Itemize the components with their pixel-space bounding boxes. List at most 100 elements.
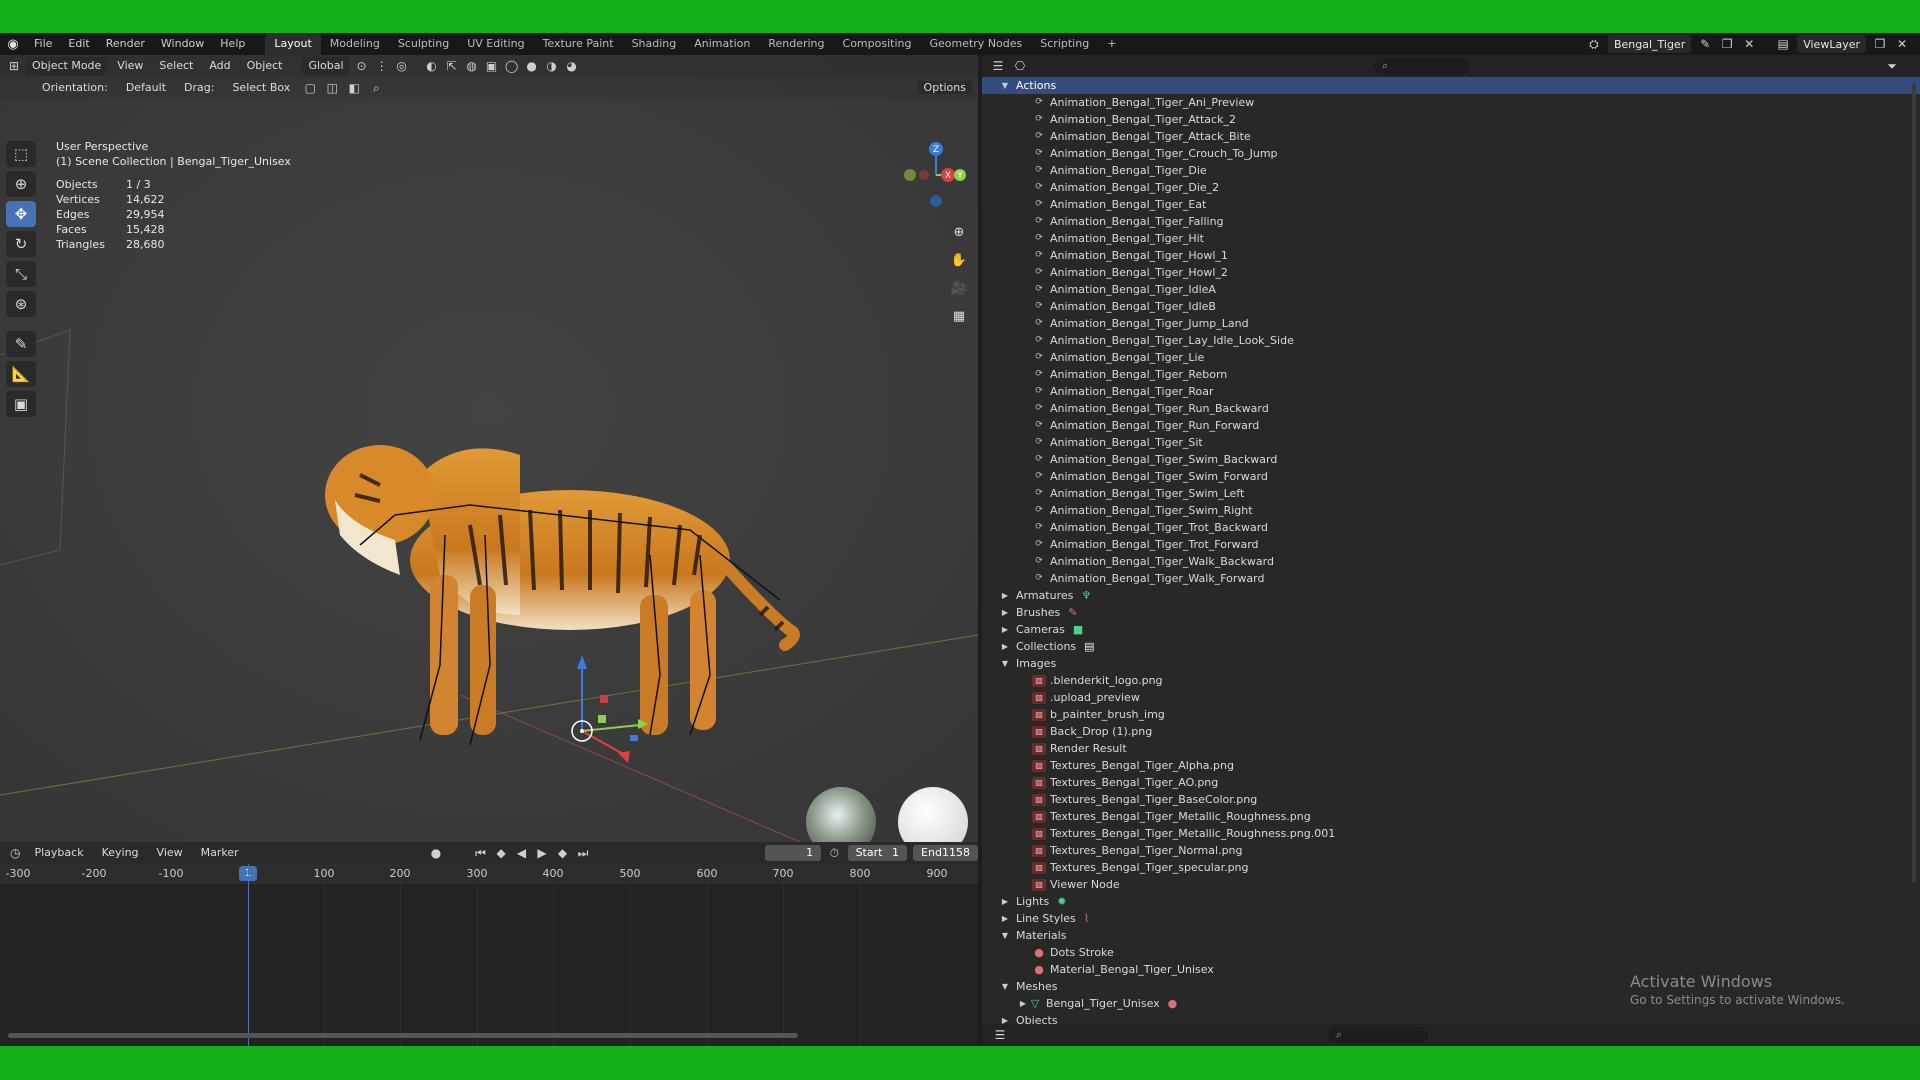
- visibility-icon[interactable]: ◐: [424, 58, 440, 74]
- tab-compositing[interactable]: Compositing: [834, 33, 921, 55]
- outliner-item[interactable]: ▨ Back_Drop (1).png: [982, 723, 1920, 740]
- orientation-dropdown[interactable]: Default: [120, 79, 172, 97]
- collapse-arrow-icon[interactable]: ▼: [1000, 655, 1010, 672]
- outliner-item[interactable]: ▨ Viewer Node: [982, 876, 1920, 893]
- add-cube-tool-icon[interactable]: ▣: [6, 391, 36, 417]
- camera-view-icon[interactable]: 🎥: [948, 277, 970, 299]
- marker-menu[interactable]: Marker: [195, 844, 245, 862]
- pivot-icon[interactable]: ⊙: [354, 58, 370, 74]
- stopwatch-icon[interactable]: ⏱: [827, 845, 841, 861]
- current-frame-field[interactable]: 1: [765, 845, 822, 861]
- outliner-item[interactable]: ▨ Textures_Bengal_Tiger_Normal.png: [982, 842, 1920, 859]
- outliner-category[interactable]: ▶ Collections ▤: [982, 638, 1920, 655]
- outliner-category[interactable]: ▶ Armatures ♆: [982, 587, 1920, 604]
- shading-rendered-icon[interactable]: ◕: [564, 58, 580, 74]
- prev-keyframe-icon[interactable]: ◆: [494, 845, 508, 861]
- expand-arrow-icon[interactable]: ▶: [1000, 910, 1010, 927]
- gizmo-toggle-icon[interactable]: ⇱: [444, 58, 460, 74]
- outliner-item[interactable]: ⟳ Animation_Bengal_Tiger_Jump_Land: [982, 315, 1920, 332]
- expand-arrow-icon[interactable]: ▶: [1000, 893, 1010, 910]
- tab-scripting[interactable]: Scripting: [1031, 33, 1098, 55]
- delete-scene-icon[interactable]: ✕: [1741, 36, 1757, 52]
- timeline-scrollbar[interactable]: [8, 1033, 798, 1038]
- outliner-item[interactable]: ⟳ Animation_Bengal_Tiger_Die: [982, 162, 1920, 179]
- editor-type-icon[interactable]: ☰: [992, 1027, 1008, 1043]
- new-scene-icon[interactable]: ❐: [1719, 36, 1735, 52]
- play-icon[interactable]: ▶: [535, 845, 549, 861]
- outliner-item[interactable]: ⟳ Animation_Bengal_Tiger_Swim_Left: [982, 485, 1920, 502]
- next-keyframe-icon[interactable]: ◆: [555, 845, 569, 861]
- outliner-item[interactable]: ⟳ Animation_Bengal_Tiger_Eat: [982, 196, 1920, 213]
- tab-shading[interactable]: Shading: [623, 33, 686, 55]
- snap-icon[interactable]: ⋮: [374, 58, 390, 74]
- shading-solid-icon[interactable]: ●: [524, 58, 540, 74]
- select-box-tool-icon[interactable]: ⬚: [6, 141, 36, 167]
- outliner-item[interactable]: ⟳ Animation_Bengal_Tiger_Crouch_To_Jump: [982, 145, 1920, 162]
- outliner-item[interactable]: ▨ Textures_Bengal_Tiger_specular.png: [982, 859, 1920, 876]
- outliner-item[interactable]: ⟳ Animation_Bengal_Tiger_Run_Backward: [982, 400, 1920, 417]
- outliner-item[interactable]: ▨ Textures_Bengal_Tiger_BaseColor.png: [982, 791, 1920, 808]
- select-mode-icon[interactable]: ▢: [302, 80, 318, 96]
- move-tool-icon[interactable]: ✥: [6, 201, 36, 227]
- outliner-item[interactable]: ⟳ Animation_Bengal_Tiger_Howl_1: [982, 247, 1920, 264]
- outliner-editor[interactable]: ☰ ⎔ ⌕ ⏷ ▼ Actions ⟳ Animation_Bengal_Tiger_…: [982, 55, 1920, 1046]
- outliner-item[interactable]: ⟳ Animation_Bengal_Tiger_Lie: [982, 349, 1920, 366]
- outliner-scrollbar[interactable]: [1912, 83, 1916, 883]
- editor-type-icon[interactable]: ☰: [990, 58, 1006, 74]
- options-dropdown[interactable]: Options: [917, 79, 972, 97]
- shading-material-icon[interactable]: ◑: [544, 58, 560, 74]
- tab-modeling[interactable]: Modeling: [321, 33, 389, 55]
- expand-arrow-icon[interactable]: ▶: [1000, 587, 1010, 604]
- tab-layout[interactable]: Layout: [265, 33, 321, 55]
- view-layer-icon[interactable]: ▤: [1775, 36, 1791, 52]
- select-subtract-icon[interactable]: ◧: [346, 80, 362, 96]
- view-layer-field[interactable]: ViewLayer: [1797, 35, 1866, 53]
- shading-wireframe-icon[interactable]: ◯: [504, 58, 520, 74]
- outliner-item[interactable]: ⟳ Animation_Bengal_Tiger_Falling: [982, 213, 1920, 230]
- outliner-item[interactable]: ⟳ Animation_Bengal_Tiger_Walk_Forward: [982, 570, 1920, 587]
- expand-arrow-icon[interactable]: ▶: [1018, 995, 1028, 1012]
- measure-tool-icon[interactable]: 📐: [6, 361, 36, 387]
- outliner-category[interactable]: ▶ Cameras ■: [982, 621, 1920, 638]
- playback-menu[interactable]: Playback: [28, 844, 89, 862]
- clock-icon[interactable]: ◷: [8, 845, 22, 861]
- outliner-item[interactable]: ⟳ Animation_Bengal_Tiger_Attack_Bite: [982, 128, 1920, 145]
- menu-object[interactable]: Object: [241, 57, 289, 75]
- transform-tool-icon[interactable]: ⊛: [6, 291, 36, 317]
- menu-window[interactable]: Window: [153, 33, 212, 55]
- outliner-category[interactable]: ▶ Line Styles ⌇: [982, 910, 1920, 927]
- overlays-icon[interactable]: ◍: [464, 58, 480, 74]
- outliner-item[interactable]: ⟳ Animation_Bengal_Tiger_Hit: [982, 230, 1920, 247]
- jump-start-icon[interactable]: ⏮: [473, 845, 487, 861]
- view-menu[interactable]: View: [151, 844, 189, 862]
- footer-search-input[interactable]: ⌕: [1328, 1027, 1428, 1043]
- outliner-item[interactable]: ⟳ Animation_Bengal_Tiger_Ani_Preview: [982, 94, 1920, 111]
- 3d-viewport[interactable]: ⊞ Object Mode View Select Add Object Glo…: [0, 55, 978, 842]
- mode-dropdown[interactable]: Object Mode: [26, 57, 108, 75]
- pin-icon[interactable]: ✎: [1697, 36, 1713, 52]
- menu-add[interactable]: Add: [203, 57, 236, 75]
- tab-uv-editing[interactable]: UV Editing: [458, 33, 533, 55]
- outliner-item[interactable]: ⟳ Animation_Bengal_Tiger_IdleA: [982, 281, 1920, 298]
- outliner-item[interactable]: ⟳ Animation_Bengal_Tiger_Sit: [982, 434, 1920, 451]
- tab-geometry-nodes[interactable]: Geometry Nodes: [920, 33, 1031, 55]
- xray-icon[interactable]: ▣: [484, 58, 500, 74]
- outliner-item[interactable]: ⟳ Animation_Bengal_Tiger_Reborn: [982, 366, 1920, 383]
- annotate-tool-icon[interactable]: ✎: [6, 331, 36, 357]
- rotate-tool-icon[interactable]: ↻: [6, 231, 36, 257]
- timeline-ruler[interactable]: -300 -200 -100 1 100 200 300 400 500 600…: [0, 864, 978, 884]
- outliner-item[interactable]: ⟳ Animation_Bengal_Tiger_Swim_Backward: [982, 451, 1920, 468]
- start-frame-field[interactable]: Start 1: [847, 845, 908, 861]
- outliner-category[interactable]: ▶ Lights ✹: [982, 893, 1920, 910]
- jump-end-icon[interactable]: ⏭: [576, 845, 590, 861]
- navigation-gizmo[interactable]: Z X Y: [898, 139, 968, 209]
- filter-icon[interactable]: ⏷: [1884, 58, 1900, 74]
- collapse-arrow-icon[interactable]: ▼: [1000, 978, 1010, 995]
- outliner-item[interactable]: ▨ Textures_Bengal_Tiger_Alpha.png: [982, 757, 1920, 774]
- outliner-item[interactable]: ⟳ Animation_Bengal_Tiger_Attack_2: [982, 111, 1920, 128]
- collapse-arrow-icon[interactable]: ▼: [1000, 927, 1010, 944]
- scene-name-field[interactable]: Bengal_Tiger: [1607, 35, 1692, 53]
- blender-logo-icon[interactable]: ◉: [0, 33, 26, 55]
- menu-view[interactable]: View: [111, 57, 149, 75]
- menu-help[interactable]: Help: [212, 33, 253, 55]
